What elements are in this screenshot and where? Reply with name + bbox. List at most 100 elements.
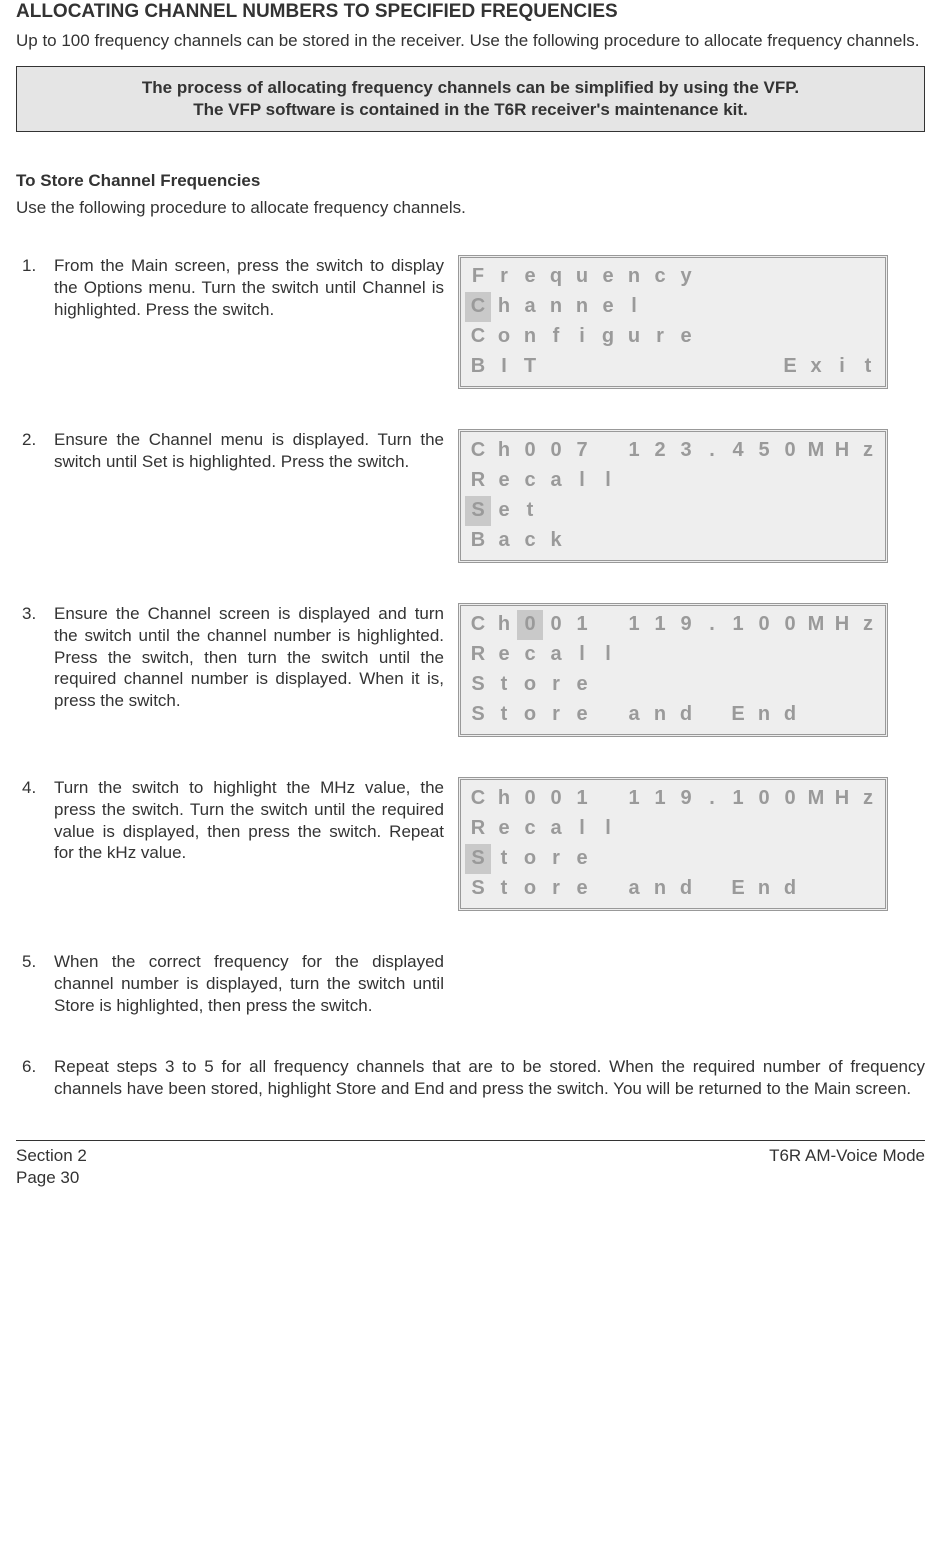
- lcd-cell: [751, 640, 777, 670]
- lcd-cell: H: [829, 436, 855, 466]
- lcd-cell: B: [465, 352, 491, 382]
- lcd-cell: k: [543, 526, 569, 556]
- step: When the correct frequency for the displ…: [16, 951, 925, 1016]
- lcd-cell: o: [517, 874, 543, 904]
- lcd-cell: [699, 700, 725, 730]
- lcd-row: Set: [465, 496, 881, 526]
- lcd-cell: [829, 322, 855, 352]
- lcd-cell: [855, 670, 881, 700]
- lcd-cell: [673, 466, 699, 496]
- lcd-cell: 0: [777, 436, 803, 466]
- lcd-cell: [751, 352, 777, 382]
- lcd-cell: 1: [621, 436, 647, 466]
- lcd-cell: [803, 292, 829, 322]
- lcd-cell: [621, 352, 647, 382]
- lcd-cell: [725, 322, 751, 352]
- lcd-cell: l: [621, 292, 647, 322]
- lcd-cell: e: [673, 322, 699, 352]
- note-line-1: The process of allocating frequency chan…: [29, 77, 912, 99]
- lcd-cell: 3: [673, 436, 699, 466]
- lcd-cell: [673, 292, 699, 322]
- lcd-cell: T: [517, 352, 543, 382]
- lcd-cell: [699, 670, 725, 700]
- lcd-cell: C: [465, 322, 491, 352]
- lcd-cell: [621, 814, 647, 844]
- lcd-cell: d: [777, 700, 803, 730]
- lcd-cell: [855, 262, 881, 292]
- lcd-cell: [725, 496, 751, 526]
- lcd-cell: R: [465, 814, 491, 844]
- lcd-cell: [777, 496, 803, 526]
- lcd-cell: c: [517, 526, 543, 556]
- lcd-cell: C: [465, 784, 491, 814]
- lcd-cell: [855, 814, 881, 844]
- lcd-cell: 1: [569, 784, 595, 814]
- lcd-cell: [621, 844, 647, 874]
- lcd-cell: [595, 670, 621, 700]
- lcd-row: Back: [465, 526, 881, 556]
- lcd-cell: I: [491, 352, 517, 382]
- lcd-cell: n: [751, 700, 777, 730]
- lcd-cell: [621, 466, 647, 496]
- lcd-cell: r: [543, 874, 569, 904]
- lcd-cell: [725, 640, 751, 670]
- lcd-cell: a: [621, 874, 647, 904]
- lcd-cell: 7: [569, 436, 595, 466]
- lcd-cell: c: [647, 262, 673, 292]
- lcd-cell: n: [543, 292, 569, 322]
- lcd-cell: R: [465, 466, 491, 496]
- lcd-cell: [647, 844, 673, 874]
- lcd-cell: 0: [751, 784, 777, 814]
- lcd-row: Recall: [465, 466, 881, 496]
- lcd-cell: e: [569, 874, 595, 904]
- lcd-cell: [725, 526, 751, 556]
- lcd-cell: e: [491, 466, 517, 496]
- lcd-cell: e: [491, 496, 517, 526]
- lcd-cell: n: [517, 322, 543, 352]
- step-text: From the Main screen, press the switch t…: [54, 255, 444, 320]
- lcd-cell: t: [491, 700, 517, 730]
- page-heading: ALLOCATING CHANNEL NUMBERS TO SPECIFIED …: [16, 0, 925, 24]
- lcd-cell: 9: [673, 610, 699, 640]
- lcd-display: FrequencyChannelConfigureBITExit: [458, 255, 888, 389]
- lcd-cell: e: [569, 844, 595, 874]
- lcd-row: Channel: [465, 292, 881, 322]
- lcd-cell: x: [803, 352, 829, 382]
- lcd-cell: .: [699, 784, 725, 814]
- lcd-cell: 0: [777, 784, 803, 814]
- step: Turn the switch to highlight the MHz val…: [16, 777, 925, 911]
- lcd-cell: 0: [517, 436, 543, 466]
- lcd-cell: r: [543, 670, 569, 700]
- note-line-2: The VFP software is contained in the T6R…: [29, 99, 912, 121]
- note-box: The process of allocating frequency chan…: [16, 66, 925, 132]
- lcd-cell: S: [465, 670, 491, 700]
- lcd-cell: M: [803, 610, 829, 640]
- lcd-cell: [829, 700, 855, 730]
- lcd-cell: [751, 496, 777, 526]
- lcd-cell: r: [543, 844, 569, 874]
- lcd-cell: [829, 640, 855, 670]
- lcd-cell: M: [803, 784, 829, 814]
- lcd-cell: h: [491, 610, 517, 640]
- lcd-cell: 0: [543, 784, 569, 814]
- lcd-cell: [725, 262, 751, 292]
- footer-section: Section 2: [16, 1145, 87, 1167]
- lcd-cell: r: [647, 322, 673, 352]
- lcd-cell: [699, 496, 725, 526]
- lcd-cell: .: [699, 610, 725, 640]
- lcd-cell: [803, 466, 829, 496]
- lcd-cell: [673, 640, 699, 670]
- lcd-cell: [621, 496, 647, 526]
- lcd-row: BITExit: [465, 352, 881, 382]
- lcd-cell: [855, 292, 881, 322]
- lcd-cell: [829, 814, 855, 844]
- lcd-cell: e: [517, 262, 543, 292]
- lcd-cell: n: [621, 262, 647, 292]
- lcd-cell: [829, 874, 855, 904]
- lcd-cell: [699, 640, 725, 670]
- lcd-cell: [829, 844, 855, 874]
- lcd-cell: [855, 322, 881, 352]
- step-text: When the correct frequency for the displ…: [54, 951, 444, 1016]
- lcd-cell: z: [855, 610, 881, 640]
- lcd-cell: .: [699, 436, 725, 466]
